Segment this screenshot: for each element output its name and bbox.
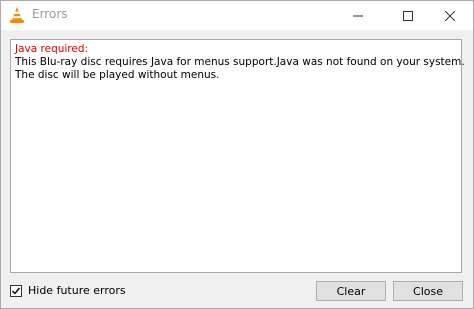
- hide-future-errors-label: Hide future errors: [28, 284, 126, 297]
- title-bar[interactable]: Errors: [1, 1, 473, 30]
- error-message-line: This Blu-ray disc requires Java for menu…: [15, 56, 465, 68]
- minimize-icon: [353, 15, 363, 16]
- hide-future-errors-checkbox[interactable]: [10, 284, 22, 297]
- clear-button[interactable]: Clear: [316, 281, 386, 301]
- error-heading: Java required:: [15, 43, 89, 55]
- error-message-line: The disc will be played without menus.: [15, 69, 220, 81]
- error-log-area[interactable]: Java required: This Blu-ray disc require…: [10, 39, 465, 273]
- vlc-cone-icon: [9, 6, 25, 24]
- close-button[interactable]: Close: [393, 281, 463, 301]
- maximize-icon: [403, 10, 413, 21]
- hide-future-errors-option[interactable]: Hide future errors: [10, 284, 126, 297]
- close-window-button[interactable]: [427, 1, 473, 30]
- minimize-button[interactable]: [335, 1, 381, 30]
- checkmark-icon: [12, 287, 21, 295]
- maximize-button[interactable]: [385, 1, 431, 30]
- window-title: Errors: [32, 7, 68, 21]
- close-icon: [445, 10, 455, 21]
- errors-dialog: Errors Java required: This Blu-ray disc …: [0, 0, 474, 309]
